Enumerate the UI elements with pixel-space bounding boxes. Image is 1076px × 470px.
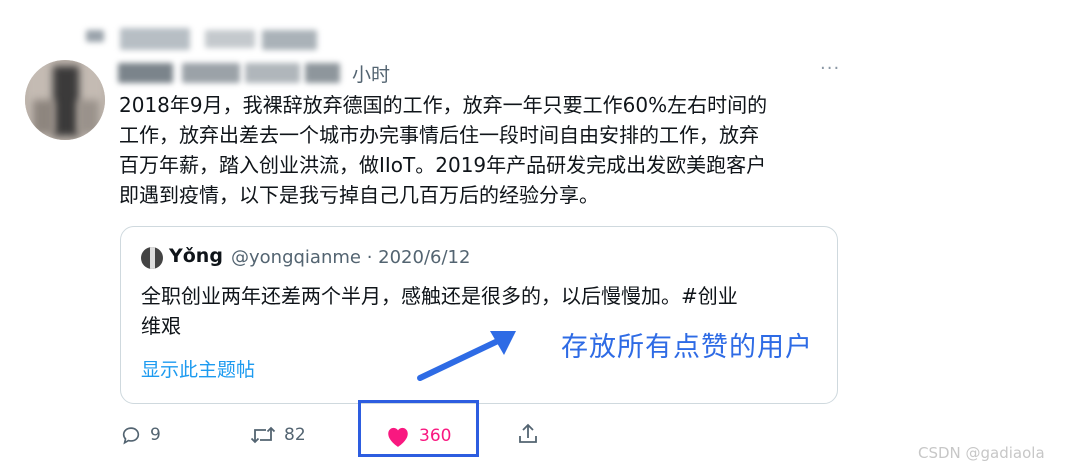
- author-avatar[interactable]: [25, 60, 105, 140]
- annotation-arrow-icon: [417, 331, 516, 381]
- tweet-text-line: 工作，放弃出差去一个城市办完事情后住一段时间自由安排的工作，放弃: [119, 123, 759, 147]
- quoted-author-name[interactable]: Yǒng: [169, 245, 223, 267]
- show-thread-link[interactable]: 显示此主题帖: [141, 355, 255, 382]
- quoted-text-line: 全职创业两年还差两个半月，感触还是很多的，以后慢慢加。#创业: [141, 284, 738, 308]
- blurred-author-name[interactable]: [118, 63, 173, 83]
- blurred-time-number: [305, 63, 340, 83]
- watermark: CSDN @gadiaola: [918, 444, 1045, 462]
- tweet-text-line: 即遇到疫情，以下是我亏掉自己几百万后的经验分享。: [119, 183, 599, 207]
- reply-button[interactable]: 9: [120, 424, 161, 446]
- reply-icon: [122, 427, 140, 445]
- tweet-screenshot: 小时 ··· 2018年9月，我裸辞放弃德国的工作，放弃一年只要工作60%左右时…: [0, 0, 1076, 470]
- quoted-author-avatar[interactable]: [141, 247, 163, 269]
- share-icon: [519, 423, 537, 443]
- retweet-button[interactable]: 82: [250, 424, 306, 446]
- blurred-header-icon: [86, 30, 104, 42]
- more-options-icon[interactable]: ···: [820, 58, 840, 79]
- annotation-label: 存放所有点赞的用户: [561, 332, 813, 363]
- blurred-header-text: [205, 30, 255, 48]
- share-button[interactable]: [516, 422, 548, 446]
- retweet-count: 82: [284, 425, 306, 445]
- retweet-icon: [250, 426, 276, 444]
- blurred-header-text: [262, 30, 317, 50]
- tweet-text: 2018年9月，我裸辞放弃德国的工作，放弃一年只要工作60%左右时间的 工作，放…: [119, 90, 849, 210]
- blurred-header-text: [120, 28, 190, 50]
- tweet-actions-bar: 9 82 360: [0, 405, 1076, 465]
- tweet-time[interactable]: 小时: [352, 60, 390, 87]
- like-highlight-box: [358, 400, 479, 457]
- blurred-author-handle[interactable]: [245, 63, 300, 83]
- reply-count: 9: [150, 425, 161, 445]
- quoted-author-handle-date[interactable]: @yongqianme · 2020/6/12: [231, 247, 470, 268]
- tweet-text-line: 百万年薪，踏入创业洪流，做IIoT。2019年产品研发完成出发欧美跑客户: [119, 153, 767, 177]
- blurred-author-handle[interactable]: [182, 63, 240, 83]
- tweet-text-line: 2018年9月，我裸辞放弃德国的工作，放弃一年只要工作60%左右时间的: [119, 93, 768, 117]
